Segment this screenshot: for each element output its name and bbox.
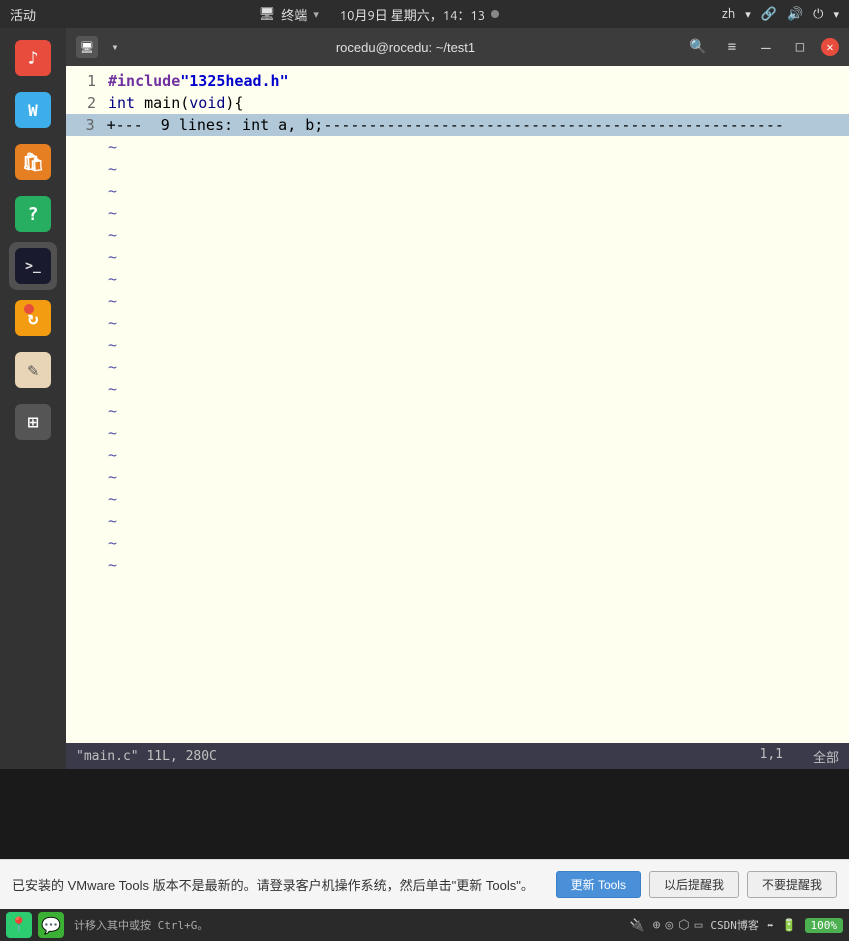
tilde-line-17: ~: [66, 488, 849, 510]
terminal-window-icon: 🖥: [76, 36, 98, 58]
code-area: 1 #include"1325head.h" 2 int main(void){…: [66, 70, 849, 739]
terminal-label[interactable]: 终端: [281, 5, 307, 24]
tilde-line-11: ~: [66, 356, 849, 378]
wechat-icon[interactable]: 💬: [38, 912, 64, 938]
help-icon: ?: [15, 196, 51, 232]
lang-label[interactable]: zh: [722, 7, 735, 21]
status-bar: "main.c" 11L, 280C 1,1 全部: [66, 743, 849, 769]
taskbar-left: 📍 💬 计移入其中或按 Ctrl+G。: [6, 912, 208, 938]
sidebar-item-music[interactable]: ♪: [9, 34, 57, 82]
network-status-icon: ⊕: [653, 918, 661, 933]
tilde-line-7: ~: [66, 268, 849, 290]
sidebar-item-help[interactable]: ?: [9, 190, 57, 238]
terminal-icon: >_: [15, 248, 51, 284]
titlebar-title: rocedu@rocedu: ~/test1: [336, 40, 475, 55]
terminal-titlebar: 🖥 ▾ rocedu@rocedu: ~/test1 🔍 ≡ — □ ✕: [66, 28, 849, 66]
sidebar-item-update[interactable]: ↻: [9, 294, 57, 342]
cursor-position: 1,1: [760, 747, 783, 766]
tilde-line-2: ~: [66, 158, 849, 180]
music-icon: ♪: [15, 40, 51, 76]
notification-buttons: 更新 Tools 以后提醒我 不要提醒我: [556, 871, 837, 898]
appstore-icon: 🛍: [15, 144, 51, 180]
screen-icon: ▭: [695, 918, 703, 933]
update-icon: ↻: [15, 300, 51, 336]
lang-dropdown[interactable]: ▾: [745, 8, 751, 21]
sidebar-item-edit[interactable]: ✎: [9, 346, 57, 394]
status-icons: ⊕ ◎ ⬡ ▭: [653, 918, 703, 933]
tilde-line-3: ~: [66, 180, 849, 202]
dot-indicator: [491, 10, 499, 18]
tilde-line-1: ~: [66, 136, 849, 158]
terminal-window: 🖥 ▾ rocedu@rocedu: ~/test1 🔍 ≡ — □ ✕ 1 #…: [66, 28, 849, 769]
dont-remind-button[interactable]: 不要提醒我: [747, 871, 837, 898]
csdn-label: CSDN博客: [710, 917, 759, 933]
tilde-line-12: ~: [66, 378, 849, 400]
line-content-3: +--- 9 lines: int a, b;-----------------…: [103, 114, 849, 136]
line-number-1: 1: [66, 70, 104, 92]
sound-status-icon: ◎: [665, 918, 673, 933]
line-number-2: 2: [66, 92, 104, 114]
power-icon[interactable]: ⏻: [813, 7, 823, 22]
tilde-line-9: ~: [66, 312, 849, 334]
activities-label[interactable]: 活动: [10, 5, 36, 24]
plugin-icon: ⬌: [767, 919, 774, 932]
hint-text: 计移入其中或按 Ctrl+G。: [74, 917, 208, 933]
close-button[interactable]: ✕: [821, 38, 839, 56]
menu-button[interactable]: ≡: [719, 36, 745, 58]
terminal-icon-top: 🖥: [259, 7, 276, 22]
grid-icon: ⊞: [15, 404, 51, 440]
power-plug-icon: 🔋: [782, 918, 797, 932]
sidebar-item-appstore[interactable]: 🛍: [9, 138, 57, 186]
editor-content[interactable]: 1 #include"1325head.h" 2 int main(void){…: [66, 66, 849, 743]
tilde-line-14: ~: [66, 422, 849, 444]
bottom-taskbar: 📍 💬 计移入其中或按 Ctrl+G。 🔌 ⊕ ◎ ⬡ ▭ CSDN博客 ⬌ 🔋…: [0, 909, 849, 941]
tilde-line-10: ~: [66, 334, 849, 356]
edit-icon: ✎: [15, 352, 51, 388]
tilde-line-4: ~: [66, 202, 849, 224]
battery-label: 100%: [805, 918, 844, 933]
tilde-line-8: ~: [66, 290, 849, 312]
usb-icon: 🔌: [630, 918, 645, 932]
taskbar-right: 🔌 ⊕ ◎ ⬡ ▭ CSDN博客 ⬌ 🔋 100%: [630, 917, 843, 933]
tilde-line-18: ~: [66, 510, 849, 532]
line-number-3: 3: [66, 114, 103, 136]
writer-icon: W: [15, 92, 51, 128]
datetime-label: 10月9日 星期六，14：13: [340, 5, 485, 24]
tilde-line-16: ~: [66, 466, 849, 488]
battery-status-icon: ⬡: [678, 918, 689, 933]
search-button[interactable]: 🔍: [685, 36, 711, 58]
tilde-line-19: ~: [66, 532, 849, 554]
titlebar-dropdown[interactable]: ▾: [104, 36, 126, 58]
black-area: [0, 769, 849, 859]
update-tools-button[interactable]: 更新 Tools: [556, 871, 641, 898]
sidebar-item-writer[interactable]: W: [9, 86, 57, 134]
volume-icon[interactable]: 🔊: [787, 7, 803, 22]
tilde-line-6: ~: [66, 246, 849, 268]
code-line-1: 1 #include"1325head.h": [66, 70, 849, 92]
tilde-line-13: ~: [66, 400, 849, 422]
scroll-position: 全部: [813, 747, 839, 766]
map-app-icon[interactable]: 📍: [6, 912, 32, 938]
top-bar: 活动 🖥 终端 ▾ 10月9日 星期六，14：13 zh ▾ 🔗 🔊 ⏻ ▾: [0, 0, 849, 28]
file-info: "main.c" 11L, 280C: [76, 749, 217, 764]
code-line-2: 2 int main(void){: [66, 92, 849, 114]
notification-bar: 已安装的 VMware Tools 版本不是最新的。请登录客户机操作系统，然后单…: [0, 859, 849, 909]
line-content-1: #include"1325head.h": [104, 70, 289, 92]
tilde-line-15: ~: [66, 444, 849, 466]
maximize-button[interactable]: □: [787, 36, 813, 58]
tilde-line-5: ~: [66, 224, 849, 246]
sidebar-item-grid[interactable]: ⊞: [9, 398, 57, 446]
system-dropdown[interactable]: ▾: [833, 8, 839, 21]
tilde-line-20: ~: [66, 554, 849, 576]
network-icon: 🔗: [761, 7, 777, 22]
line-content-2: int main(void){: [104, 92, 243, 114]
remind-later-button[interactable]: 以后提醒我: [649, 871, 739, 898]
sidebar-item-terminal[interactable]: >_: [9, 242, 57, 290]
minimize-button[interactable]: —: [753, 36, 779, 58]
code-line-3: 3 +--- 9 lines: int a, b;---------------…: [66, 114, 849, 136]
notification-text: 已安装的 VMware Tools 版本不是最新的。请登录客户机操作系统，然后单…: [12, 875, 534, 894]
terminal-dropdown[interactable]: ▾: [313, 8, 319, 21]
sidebar: ♪ W 🛍 ? >_ ↻ ✎ ⊞: [0, 28, 66, 769]
